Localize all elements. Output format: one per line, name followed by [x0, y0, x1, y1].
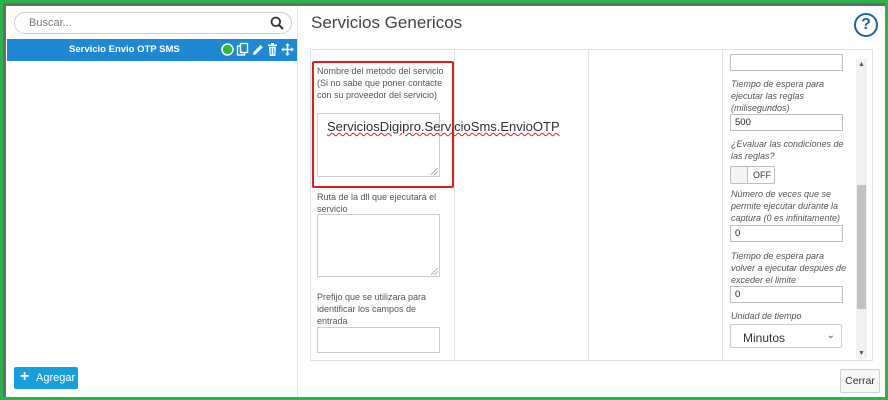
- move-icon[interactable]: [281, 42, 294, 57]
- service-name: Servicio Envio OTP SMS: [69, 44, 180, 55]
- add-service-button[interactable]: + Agregar: [14, 367, 78, 389]
- scroll-thumb[interactable]: [857, 185, 866, 309]
- time-unit-label: Unidad de tiempo: [731, 311, 802, 321]
- chevron-down-icon: ⌄: [826, 330, 835, 341]
- dll-path-label: Ruta de la dll que ejecutará el servicio: [317, 192, 437, 214]
- services-sidebar: Buscar... Servicio Envio OTP SMS + Agreg…: [6, 6, 298, 397]
- prefix-textarea[interactable]: [317, 327, 440, 353]
- search-icon[interactable]: [270, 16, 284, 30]
- service-actions: [221, 42, 294, 57]
- toggle-knob: [731, 167, 748, 183]
- toggle-state: OFF: [753, 170, 771, 180]
- evaluate-rules-label: ¿Evaluar las condiciones de las reglas?: [731, 139, 844, 161]
- highlight-box: [312, 61, 454, 188]
- copy-icon[interactable]: [236, 42, 249, 57]
- prefix-label: Prefijo que se utilizara para identifica…: [317, 292, 427, 326]
- close-button[interactable]: Cerrar: [840, 369, 880, 393]
- status-circle-icon: [221, 42, 234, 57]
- evaluate-rules-toggle[interactable]: OFF: [730, 166, 775, 184]
- resize-handle[interactable]: [431, 268, 438, 275]
- column-divider: [588, 50, 589, 360]
- trash-icon[interactable]: [266, 42, 279, 57]
- dll-path-textarea[interactable]: [317, 214, 440, 277]
- time-unit-value: Minutos: [743, 331, 786, 345]
- page-title: Servicios Genericos: [311, 13, 463, 32]
- scroll-up-icon[interactable]: ▲: [858, 61, 865, 68]
- retries-input[interactable]: 0: [730, 225, 843, 242]
- retry-wait-input[interactable]: 0: [730, 286, 843, 303]
- form-scrollbar[interactable]: ▲ ▼: [856, 59, 867, 359]
- rules-wait-input[interactable]: 500: [730, 114, 843, 131]
- time-unit-select[interactable]: Minutos ⌄: [730, 324, 842, 348]
- help-icon[interactable]: ?: [854, 13, 878, 37]
- edit-icon[interactable]: [251, 42, 264, 57]
- column-divider: [454, 50, 455, 360]
- scroll-down-icon[interactable]: ▼: [858, 350, 865, 357]
- retry-wait-label: Tiempo de espera para volver a ejecutar …: [731, 251, 847, 285]
- generic-services-modal: Buscar... Servicio Envio OTP SMS + Agreg…: [6, 6, 885, 397]
- plus-icon: +: [20, 368, 30, 385]
- column-divider: [722, 50, 723, 360]
- retries-label: Número de veces que se permite ejecutar …: [731, 189, 841, 223]
- rules-wait-label: Tiempo de espera para ejecutar las regla…: [731, 79, 824, 113]
- service-list-item[interactable]: Servicio Envio OTP SMS: [7, 39, 297, 61]
- window-frame: Buscar... Servicio Envio OTP SMS + Agreg…: [0, 0, 888, 400]
- previous-field-input[interactable]: [730, 54, 843, 71]
- search-input[interactable]: Buscar...: [29, 17, 72, 29]
- search-box[interactable]: Buscar...: [14, 12, 292, 34]
